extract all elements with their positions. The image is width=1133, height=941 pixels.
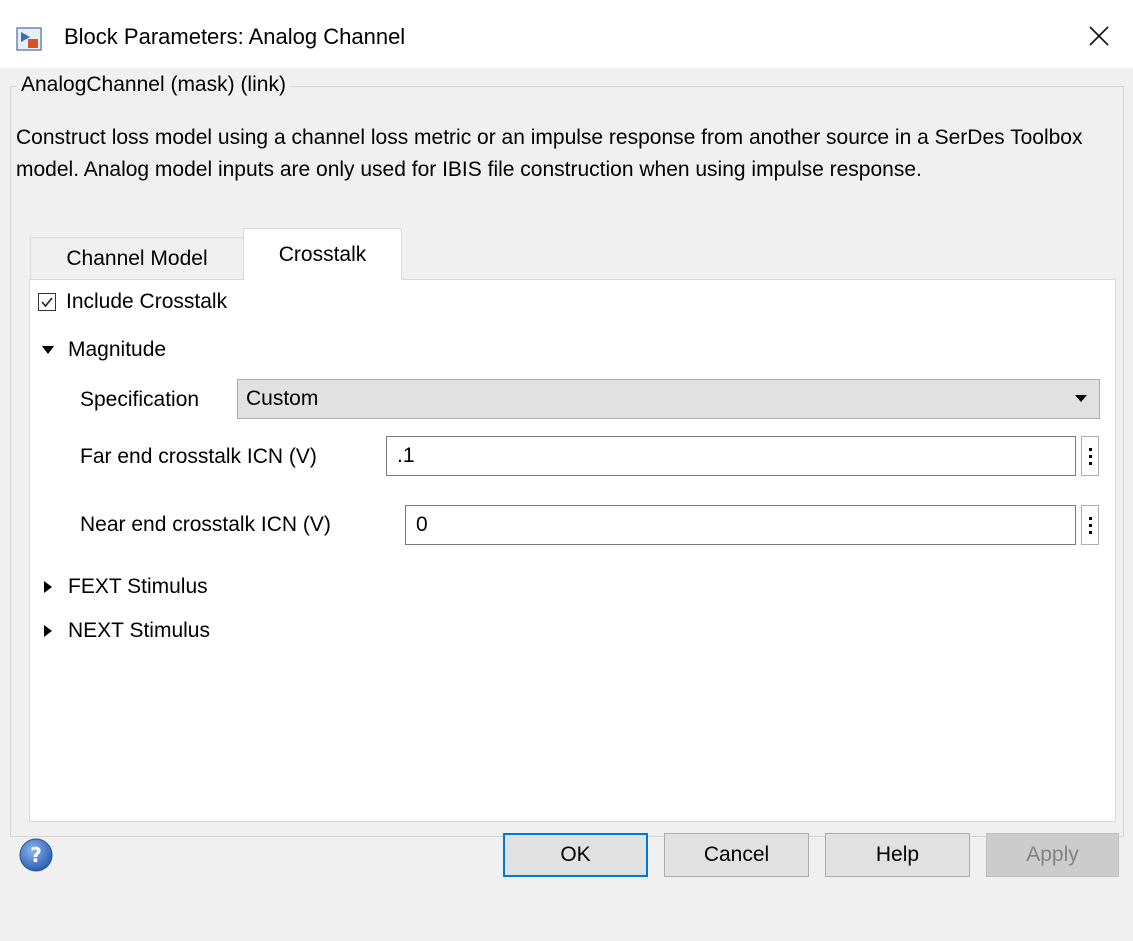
group-legend: AnalogChannel (mask) (link) (17, 73, 290, 97)
close-icon (1089, 26, 1109, 46)
window-title: Block Parameters: Analog Channel (64, 24, 406, 49)
mask-description: Construct loss model using a channel los… (16, 126, 1083, 181)
apply-button[interactable]: Apply (986, 833, 1119, 877)
magnitude-label: Magnitude (68, 338, 167, 361)
fext-icn-input[interactable]: .1 (386, 436, 1076, 476)
next-icn-input[interactable]: 0 (405, 505, 1076, 545)
tab-crosstalk[interactable]: Crosstalk (243, 228, 402, 280)
specification-label: Specification (80, 388, 200, 411)
fext-icn-options-button[interactable] (1081, 436, 1099, 476)
include-crosstalk-row[interactable]: Include Crosstalk (38, 290, 227, 314)
triangle-down-icon (40, 345, 56, 355)
next-stimulus-label: NEXT Stimulus (68, 619, 210, 642)
triangle-right-icon (40, 624, 56, 638)
help-button[interactable]: Help (825, 833, 970, 877)
chevron-down-icon (1075, 395, 1087, 402)
next-icn-options-button[interactable] (1081, 505, 1099, 545)
svg-text:?: ? (30, 843, 42, 867)
close-button[interactable] (1077, 16, 1121, 56)
specification-select[interactable]: Custom (237, 379, 1100, 419)
include-crosstalk-checkbox[interactable] (38, 293, 56, 311)
next-stimulus-toggle[interactable]: NEXT Stimulus (40, 619, 210, 643)
ok-button[interactable]: OK (503, 833, 648, 877)
fext-stimulus-label: FEXT Stimulus (68, 575, 208, 598)
triangle-right-icon (40, 580, 56, 594)
simulink-block-icon (16, 27, 42, 51)
help-icon[interactable]: ? (18, 837, 54, 873)
fext-icn-label: Far end crosstalk ICN (V) (80, 445, 317, 468)
crosstalk-panel: Include Crosstalk Magnitude Specificatio… (29, 279, 1116, 822)
fext-stimulus-toggle[interactable]: FEXT Stimulus (40, 575, 208, 599)
specification-value: Custom (246, 387, 319, 410)
tab-channel-model[interactable]: Channel Model (30, 237, 244, 279)
cancel-button[interactable]: Cancel (664, 833, 809, 877)
include-crosstalk-label: Include Crosstalk (66, 290, 228, 313)
checkmark-icon (41, 297, 53, 308)
title-bar: Block Parameters: Analog Channel (0, 0, 1133, 68)
dialog-body: AnalogChannel (mask) (link) Construct lo… (0, 68, 1133, 941)
next-icn-label: Near end crosstalk ICN (V) (80, 513, 331, 536)
magnitude-section-toggle[interactable]: Magnitude (40, 338, 166, 362)
